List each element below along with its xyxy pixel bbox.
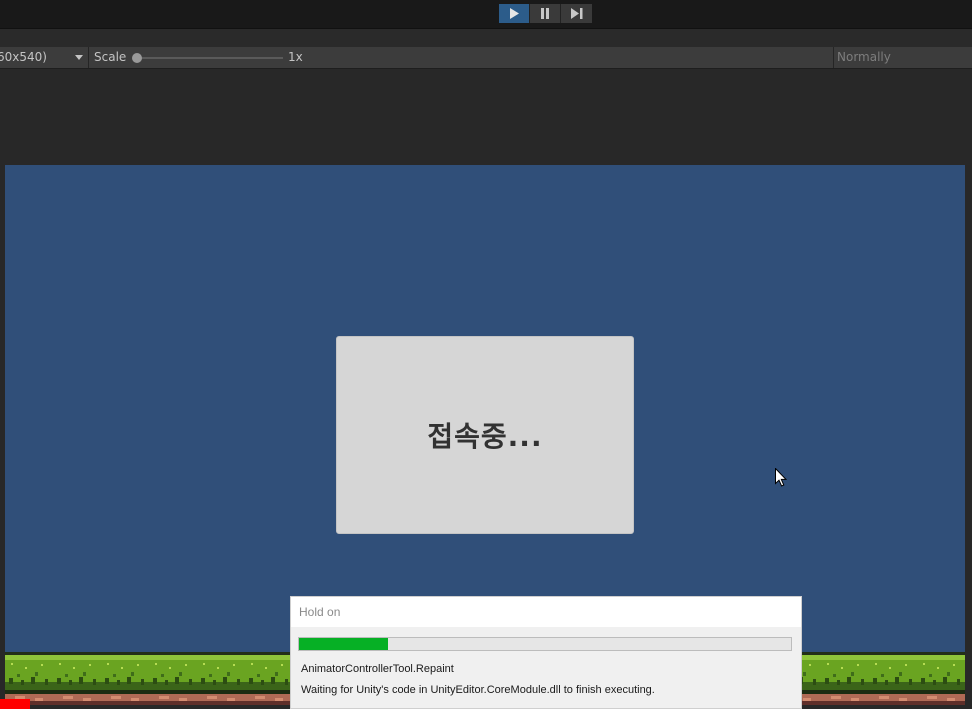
play-focus-dropdown[interactable]: Normally [837, 50, 891, 64]
toolbar-strip [0, 29, 972, 47]
connecting-panel: 접속중... [336, 336, 634, 534]
pause-button[interactable] [530, 4, 561, 23]
toolbar-divider [88, 47, 89, 68]
scale-label: Scale [94, 50, 127, 64]
step-button[interactable] [561, 4, 592, 23]
connecting-text: 접속중... [427, 420, 543, 453]
progress-task-text: AnimatorControllerTool.Repaint [301, 663, 454, 675]
chevron-down-icon[interactable] [75, 55, 83, 60]
scale-slider-thumb[interactable] [132, 53, 142, 63]
mouse-cursor-icon [775, 468, 787, 487]
pause-icon [541, 8, 549, 19]
red-marker [0, 699, 30, 709]
dialog-title: Hold on [299, 605, 341, 619]
progress-bar [298, 637, 792, 651]
progress-status-text: Waiting for Unity's code in UnityEditor.… [301, 684, 655, 696]
toolbar-divider [833, 47, 834, 68]
resolution-dropdown-label[interactable]: 60x540) [0, 50, 47, 64]
scale-value: 1x [288, 50, 303, 64]
game-view-toolbar: 60x540) Scale 1x Normally [0, 47, 972, 69]
play-button[interactable] [499, 4, 530, 23]
playmode-controls [499, 4, 592, 23]
hold-on-dialog: Hold on AnimatorControllerTool.Repaint W… [290, 596, 802, 709]
dialog-title-bar[interactable]: Hold on [291, 597, 801, 627]
step-icon [570, 8, 582, 19]
editor-toolbar [0, 0, 972, 29]
scale-slider-track[interactable] [137, 57, 283, 59]
play-icon [510, 8, 519, 19]
progress-bar-fill [299, 638, 388, 650]
